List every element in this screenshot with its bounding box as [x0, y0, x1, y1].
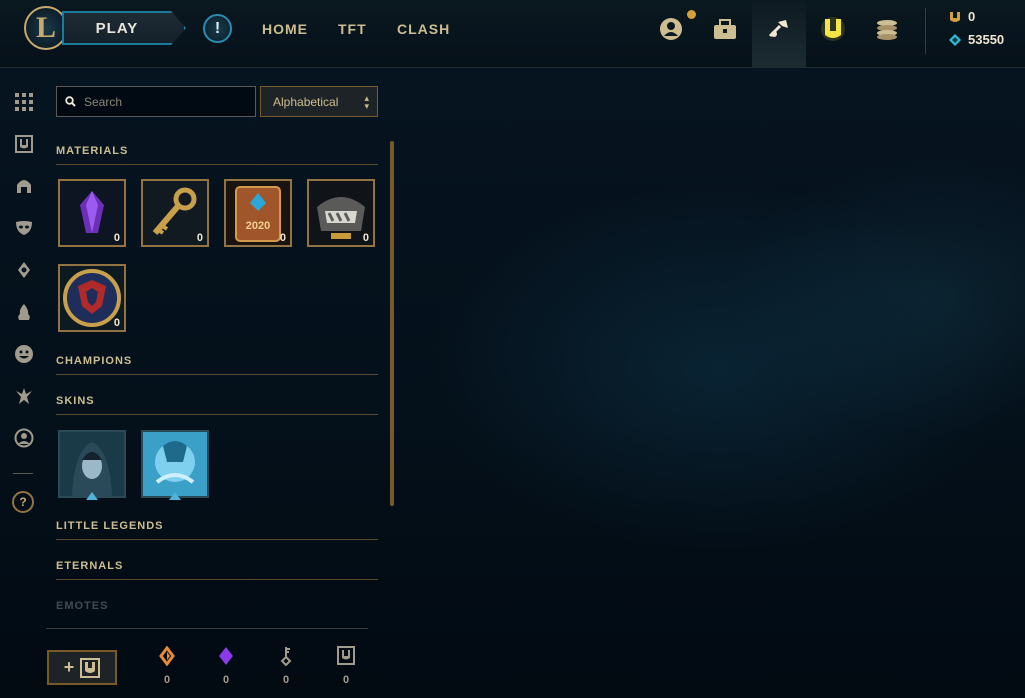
chest-icon [80, 657, 101, 678]
loot-tile-mythic-essence[interactable]: 0 [58, 179, 126, 247]
blue-essence-icon [949, 33, 961, 46]
orange-essence-icon [159, 646, 175, 666]
loot-tile-skin-shard-2[interactable] [141, 430, 209, 498]
key-fragment-icon [280, 647, 292, 666]
open-chest-button[interactable]: + [47, 650, 117, 685]
champion-helmet-icon[interactable] [12, 174, 36, 198]
mythic-essence-counter: 0 [214, 646, 238, 694]
skin-shard-marker-icon [86, 492, 98, 500]
section-little-legends[interactable]: LITTLE LEGENDS [56, 520, 378, 540]
svg-text:2020: 2020 [246, 220, 270, 232]
all-items-icon[interactable] [12, 90, 36, 114]
notification-dot [687, 10, 696, 19]
skin-portrait-icon [60, 432, 124, 496]
play-button[interactable]: PLAY [62, 11, 186, 45]
item-count: 0 [113, 232, 120, 244]
loot-tile-hextech-key[interactable]: 0 [141, 179, 209, 247]
rail-divider [13, 473, 33, 474]
store-icon[interactable] [872, 14, 902, 44]
search-icon [65, 96, 76, 107]
nav-home[interactable]: HOME [262, 21, 308, 37]
section-skins[interactable]: SKINS [56, 395, 378, 415]
orange-essence-value: 0 [968, 9, 976, 24]
counter-value: 0 [222, 674, 230, 686]
currency-divider [925, 8, 926, 54]
section-materials[interactable]: MATERIALS [56, 145, 378, 165]
loot-tile-skin-shard-1[interactable] [58, 430, 126, 498]
item-count: 0 [362, 232, 369, 244]
skin-shard-marker-icon [169, 492, 181, 500]
loot-scrollbar[interactable] [390, 141, 394, 506]
profile-icon[interactable] [656, 14, 686, 44]
icon-profile-icon[interactable] [12, 426, 36, 450]
blue-essence-display: 53550 [948, 32, 1004, 47]
emote-icon[interactable] [12, 342, 36, 366]
ward-icon[interactable] [12, 258, 36, 282]
sort-caret-icon: ▴ ▾ [364, 92, 369, 111]
sort-selected-label: Alphabetical [273, 94, 339, 109]
loot-tile-masterwork-chest[interactable]: 0 [307, 179, 375, 247]
bottom-divider [46, 628, 368, 629]
counter-value: 0 [163, 674, 171, 686]
loot-icon[interactable] [818, 14, 848, 44]
collection-icon[interactable] [710, 14, 740, 44]
search-box[interactable] [56, 86, 256, 117]
mythic-essence-icon [219, 647, 233, 665]
crafting-icon[interactable] [764, 14, 794, 44]
help-button[interactable]: ? [12, 491, 34, 513]
nav-clash[interactable]: CLASH [397, 21, 450, 37]
sort-dropdown[interactable]: Alphabetical ▴ ▾ [260, 86, 378, 117]
orange-essence-display: 0 [948, 9, 975, 24]
chest-icon[interactable] [12, 132, 36, 156]
mask-icon[interactable] [12, 216, 36, 240]
fire-icon[interactable] [12, 300, 36, 324]
item-count: 0 [279, 232, 286, 244]
counter-value: 0 [282, 674, 290, 686]
alert-button[interactable]: ! [203, 14, 232, 43]
search-input[interactable] [84, 94, 244, 109]
item-count: 0 [113, 317, 120, 329]
league-logo[interactable]: L [24, 6, 68, 50]
loot-tile-worlds-emblem[interactable]: 0 [58, 264, 126, 332]
skin-portrait-icon [143, 432, 207, 496]
blue-essence-value: 53550 [968, 32, 1005, 47]
key-fragment-counter: 0 [274, 646, 298, 694]
section-champions[interactable]: CHAMPIONS [56, 355, 378, 375]
counter-value: 0 [342, 674, 350, 686]
chest-counter: 0 [334, 646, 358, 694]
top-navigation-bar: L PLAY ! HOME TFT CLASH 0 53550 [0, 0, 1025, 68]
little-legend-icon[interactable] [12, 384, 36, 408]
orange-essence-icon [950, 11, 960, 22]
logo-letter: L [35, 11, 56, 44]
section-emotes[interactable]: EMOTES [56, 600, 378, 612]
add-symbol: + [63, 657, 75, 677]
orange-essence-counter: 0 [155, 646, 179, 694]
section-eternals[interactable]: ETERNALS [56, 560, 378, 580]
chest-icon [337, 646, 355, 665]
loot-tile-2020-event-pass-token[interactable]: 2020 0 [224, 179, 292, 247]
item-count: 0 [196, 232, 203, 244]
nav-tft[interactable]: TFT [338, 21, 367, 37]
